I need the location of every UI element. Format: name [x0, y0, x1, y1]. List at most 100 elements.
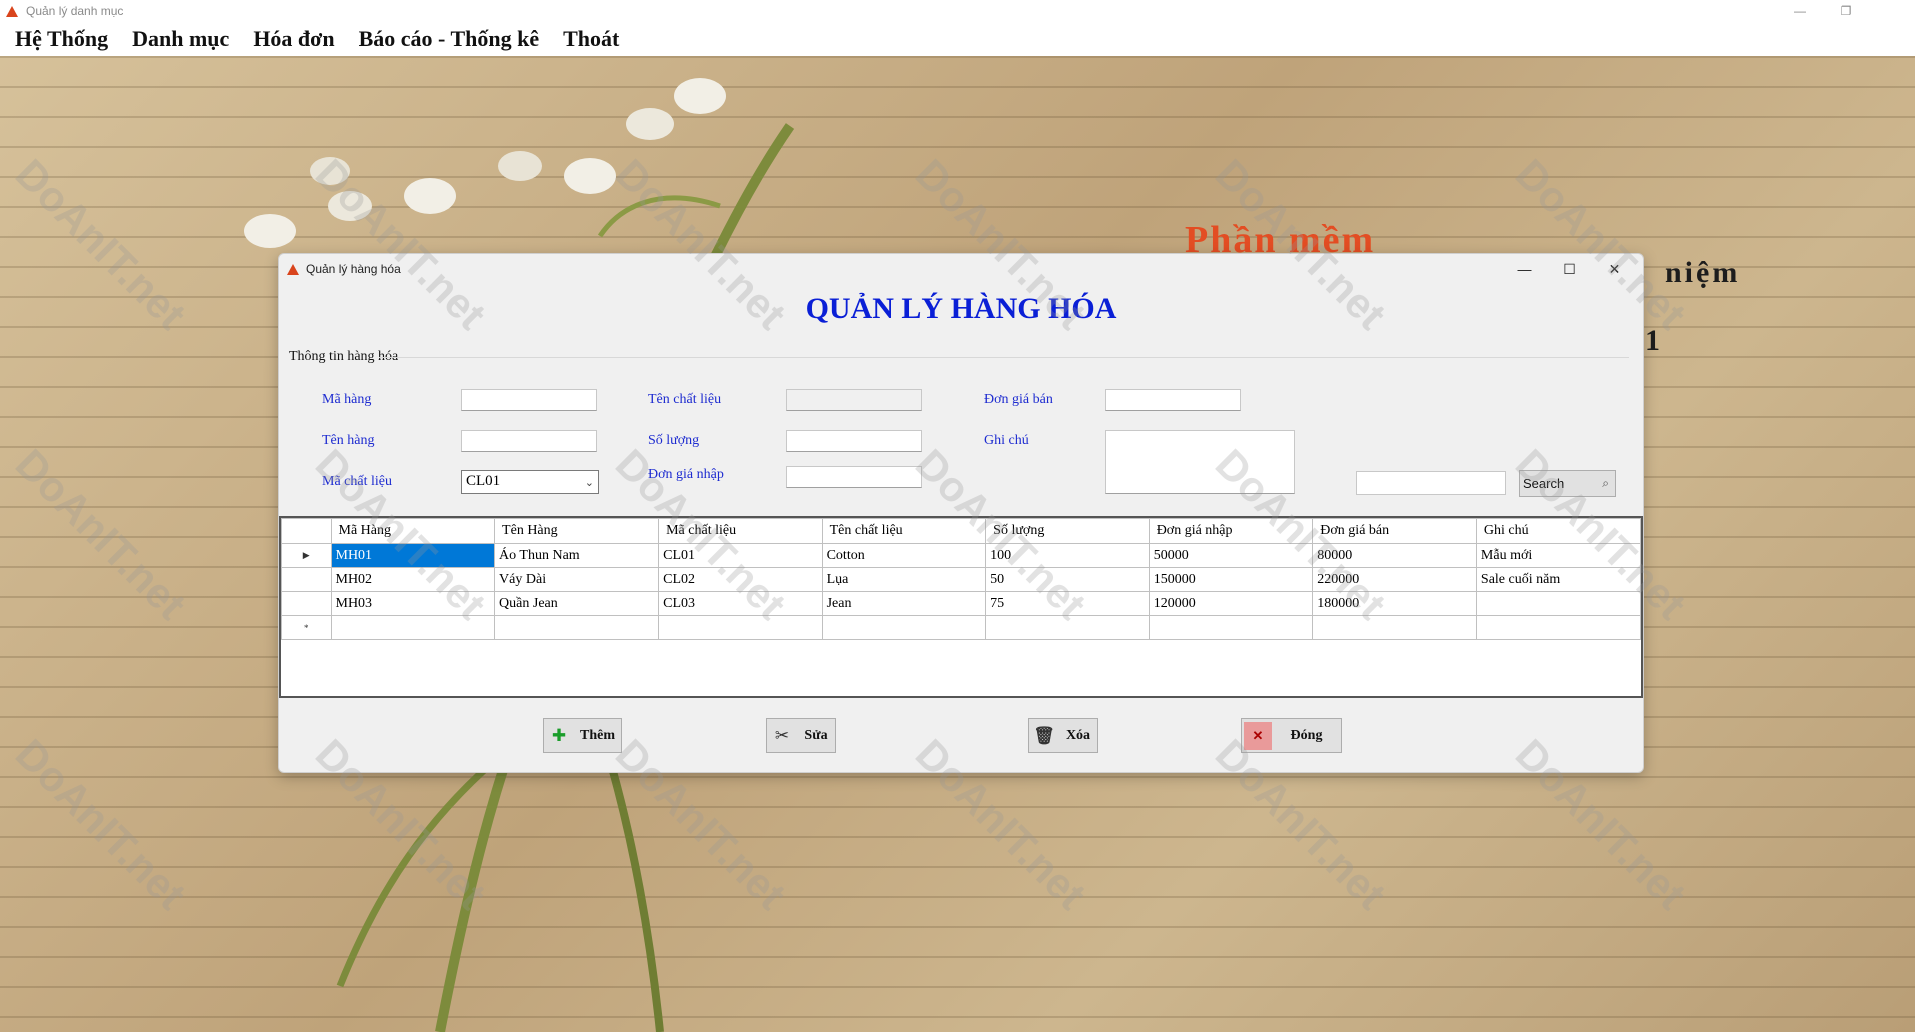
product-grid[interactable]: Mã Hàng Tên Hàng Mã chất liệu Tên chất l…: [279, 516, 1643, 698]
grid-cell[interactable]: [821, 615, 987, 640]
form-window-title: Quản lý hàng hóa: [306, 262, 401, 276]
grid-cell[interactable]: [330, 615, 496, 640]
current-row-marker-icon[interactable]: ▶: [281, 543, 332, 568]
col-so-luong[interactable]: Số lượng: [985, 518, 1150, 544]
sua-button-label: Sửa: [804, 727, 828, 743]
label-ghi-chu: Ghi chú: [984, 433, 1029, 448]
search-button[interactable]: Search ⌕: [1519, 470, 1616, 497]
table-row[interactable]: MH02 Váy Dài CL02 Lụa 50 150000 220000 S…: [281, 567, 1642, 592]
new-row[interactable]: *: [281, 615, 1642, 640]
grid-cell[interactable]: Lụa: [821, 567, 987, 592]
col-ma-hang[interactable]: Mã Hàng: [330, 518, 496, 544]
grid-cell[interactable]: 150000: [1148, 567, 1314, 592]
grid-cell[interactable]: 75: [985, 591, 1150, 616]
form-maximize-button[interactable]: ☐: [1547, 254, 1592, 284]
grid-cell[interactable]: MH01: [330, 543, 496, 568]
form-titlebar: Quản lý hàng hóa — ☐ ✕: [279, 254, 1643, 284]
don-gia-nhap-input[interactable]: [786, 466, 922, 488]
form-minimize-button[interactable]: —: [1502, 254, 1547, 284]
menu-bao-cao-thong-ke[interactable]: Báo cáo - Thống kê: [359, 26, 540, 52]
restore-button[interactable]: ❐: [1823, 0, 1869, 22]
grid-cell[interactable]: CL02: [658, 567, 823, 592]
grid-cell[interactable]: 50000: [1148, 543, 1314, 568]
row-header[interactable]: [281, 567, 332, 592]
sua-button[interactable]: ✂ Sửa: [766, 718, 836, 753]
dong-button-label: Đóng: [1290, 727, 1323, 743]
col-ghi-chu[interactable]: Ghi chú: [1475, 518, 1642, 544]
trash-icon: 🗑: [1033, 725, 1055, 746]
grid-cell[interactable]: [1475, 591, 1642, 616]
grid-cell[interactable]: Cotton: [821, 543, 987, 568]
col-ten-hang[interactable]: Tên Hàng: [494, 518, 660, 544]
col-ma-chat-lieu[interactable]: Mã chất liệu: [658, 518, 823, 544]
grid-cell[interactable]: 120000: [1148, 591, 1314, 616]
table-row[interactable]: MH03 Quần Jean CL03 Jean 75 120000 18000…: [281, 591, 1642, 616]
search-button-label: Search: [1523, 476, 1565, 491]
grid-cell[interactable]: 180000: [1312, 591, 1477, 616]
grid-cell[interactable]: CL01: [658, 543, 823, 568]
grid-cell[interactable]: [1148, 615, 1314, 640]
ma-hang-input[interactable]: [461, 389, 597, 411]
form-window-controls: — ☐ ✕: [1502, 254, 1637, 284]
dong-button[interactable]: ✕ Đóng: [1241, 718, 1342, 753]
grid-cell[interactable]: CL03: [658, 591, 823, 616]
menu-bar: Hệ Thống Danh mục Hóa đơn Báo cáo - Thốn…: [0, 22, 1915, 56]
xoa-button[interactable]: 🗑 Xóa: [1028, 718, 1098, 753]
ten-chat-lieu-input: [786, 389, 922, 411]
product-management-form: Quản lý hàng hóa — ☐ ✕ QUẢN LÝ HÀNG HÓA …: [278, 253, 1644, 773]
new-row-marker[interactable]: *: [281, 615, 332, 640]
form-close-button[interactable]: ✕: [1592, 254, 1637, 284]
col-ten-chat-lieu[interactable]: Tên chất liệu: [821, 518, 987, 544]
product-table: Mã Hàng Tên Hàng Mã chất liệu Tên chất l…: [281, 518, 1642, 640]
search-input[interactable]: [1356, 471, 1506, 495]
them-button[interactable]: ✚ Thêm: [543, 718, 622, 753]
row-header[interactable]: [281, 591, 332, 616]
grid-cell[interactable]: MH03: [330, 591, 496, 616]
don-gia-ban-input[interactable]: [1105, 389, 1241, 411]
ma-chat-lieu-combobox[interactable]: CL01 ⌄: [461, 470, 599, 494]
app-icon: [6, 5, 18, 17]
label-so-luong: Số lượng: [648, 433, 700, 448]
grid-cell[interactable]: Jean: [821, 591, 987, 616]
row-header-corner: [281, 518, 332, 544]
grid-cell[interactable]: [985, 615, 1150, 640]
menu-he-thong[interactable]: Hệ Thống: [15, 26, 108, 52]
grid-cell[interactable]: [658, 615, 823, 640]
grid-cell[interactable]: Quần Jean: [494, 591, 660, 616]
xoa-button-label: Xóa: [1065, 727, 1091, 743]
grid-cell[interactable]: Sale cuối năm: [1475, 567, 1642, 592]
menu-hoa-don[interactable]: Hóa đơn: [253, 26, 334, 52]
grid-cell[interactable]: [494, 615, 660, 640]
grid-cell[interactable]: 220000: [1312, 567, 1477, 592]
form-heading: QUẢN LÝ HÀNG HÓA: [805, 292, 1117, 325]
grid-cell[interactable]: [1475, 615, 1642, 640]
close-button[interactable]: [1869, 0, 1915, 22]
group-divider: [379, 357, 1629, 358]
col-don-gia-ban[interactable]: Đơn giá bán: [1312, 518, 1477, 544]
grid-cell[interactable]: 50: [985, 567, 1150, 592]
tools-icon: ✂: [774, 725, 790, 746]
ma-chat-lieu-selected-value: CL01: [466, 473, 501, 489]
grid-cell[interactable]: 100: [985, 543, 1150, 568]
menu-thoat[interactable]: Thoát: [563, 26, 619, 52]
grid-cell[interactable]: Mẫu mới: [1475, 543, 1642, 568]
col-don-gia-nhap[interactable]: Đơn giá nhập: [1148, 518, 1314, 544]
label-ten-chat-lieu: Tên chất liệu: [648, 392, 722, 407]
grid-cell[interactable]: [1312, 615, 1477, 640]
main-window-controls: — ❐: [1777, 0, 1915, 22]
background-headline-digit: 1: [1645, 324, 1663, 357]
grid-cell[interactable]: 80000: [1312, 543, 1477, 568]
minimize-button[interactable]: —: [1777, 0, 1823, 22]
grid-cell[interactable]: MH02: [330, 567, 496, 592]
background-headline-suffix: niệm: [1665, 256, 1741, 289]
form-app-icon: [287, 263, 299, 275]
label-ma-hang: Mã hàng: [322, 392, 372, 407]
grid-cell[interactable]: Váy Dài: [494, 567, 660, 592]
chevron-down-icon[interactable]: ⌄: [585, 476, 594, 489]
so-luong-input[interactable]: [786, 430, 922, 452]
ghi-chu-textarea[interactable]: [1105, 430, 1295, 494]
table-row[interactable]: ▶ MH01 Áo Thun Nam CL01 Cotton 100 50000…: [281, 543, 1642, 568]
grid-cell[interactable]: Áo Thun Nam: [494, 543, 660, 568]
ten-hang-input[interactable]: [461, 430, 597, 452]
menu-danh-muc[interactable]: Danh mục: [132, 26, 229, 52]
